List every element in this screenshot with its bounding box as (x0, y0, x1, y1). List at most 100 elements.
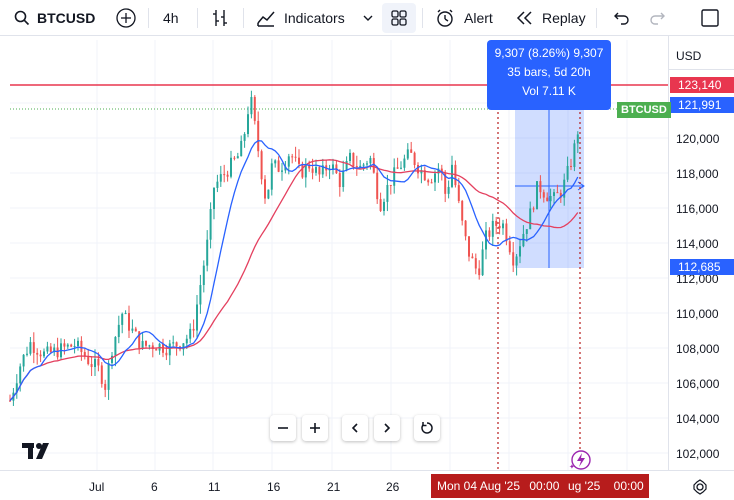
zoom-out-button[interactable] (270, 415, 296, 441)
candle-body (576, 134, 579, 144)
candle-body (281, 170, 283, 172)
indicators-button[interactable]: Indicators (256, 0, 345, 36)
candle-body (39, 354, 42, 357)
time-tick: 21 (327, 480, 341, 494)
zoom-in-button[interactable] (302, 415, 328, 441)
candle-body (298, 157, 300, 164)
crosshair-time-label-end: ug '25 00:00 (565, 474, 649, 498)
chart-type-button[interactable] (211, 0, 229, 36)
candle-body (566, 165, 569, 180)
indicators-dropdown[interactable] (362, 0, 374, 36)
svg-text:✦: ✦ (569, 463, 575, 471)
toolbar-separator (243, 8, 244, 28)
candle-body (532, 208, 535, 210)
currency-separator (668, 69, 734, 70)
redo-button[interactable] (649, 0, 667, 36)
candle-body (175, 342, 178, 347)
candle-body (542, 192, 545, 198)
gear-icon (693, 479, 707, 495)
price-tick: 106,000 (676, 377, 720, 391)
indicators-icon (257, 11, 275, 27)
replay-label: Replay (542, 10, 586, 26)
candle-body (430, 182, 433, 184)
price-tick: 108,000 (676, 342, 720, 356)
toolbar-separator (596, 8, 597, 28)
time-tick: 6 (151, 480, 158, 494)
candle-body (49, 346, 52, 353)
top-toolbar: BTCUSD 4h Indicators Alert Replay (0, 0, 734, 36)
candle-body (257, 120, 260, 152)
candle-body (80, 340, 83, 353)
undo-icon (614, 12, 629, 25)
candle-body (107, 362, 110, 390)
candle-body (192, 328, 195, 331)
price-tick: 114,000 (676, 237, 719, 251)
compare-button[interactable] (115, 0, 137, 36)
candle-body (447, 186, 450, 194)
scroll-left-button[interactable] (342, 415, 368, 441)
candle-body (243, 134, 246, 141)
redo-icon (650, 12, 665, 25)
candle-body (19, 366, 22, 384)
candle-body (386, 184, 389, 202)
candle-body (396, 167, 399, 169)
candle-body (345, 161, 348, 171)
candle-body (553, 192, 555, 197)
symbol-search[interactable]: BTCUSD (14, 0, 95, 36)
candle-body (315, 167, 317, 173)
candle-body (502, 223, 504, 229)
candle-body (114, 337, 117, 356)
alert-label: Alert (464, 10, 493, 26)
candle-body (145, 340, 147, 346)
plus-circle-icon (116, 8, 136, 28)
tradingview-logo[interactable] (22, 441, 54, 461)
axis-settings-button[interactable] (692, 479, 708, 495)
toolbar-separator (148, 8, 149, 28)
candle-body (43, 351, 45, 357)
crosshair-time-label-start: Mon 04 Aug '25 00:00 (431, 474, 565, 498)
price-tick: 120,000 (676, 132, 720, 146)
candle-body (488, 230, 491, 237)
undo-button[interactable] (612, 0, 630, 36)
candle-body (165, 352, 168, 356)
quick-action-button[interactable]: ✦ (568, 449, 592, 471)
candle-body (471, 256, 474, 259)
candle-body (155, 349, 158, 351)
candle-body (250, 97, 253, 115)
candle-body (515, 256, 518, 266)
candle-body (104, 383, 107, 390)
replay-button[interactable]: Replay (516, 0, 586, 36)
candle-body (267, 189, 270, 199)
symbol-label: BTCUSD (37, 10, 96, 26)
candle-body (94, 358, 96, 368)
candle-body (481, 249, 484, 276)
candle-body (570, 165, 572, 168)
price-tick: 110,000 (676, 307, 719, 321)
candle-body (369, 158, 372, 164)
measure-change: 9,307 (8.26%) 9,307 (494, 46, 604, 60)
candle-body (525, 229, 528, 234)
candle-body (230, 157, 232, 177)
candle-body (508, 241, 511, 253)
candle-body (202, 265, 205, 286)
time-tick: 16 (267, 480, 281, 494)
reset-chart-button[interactable] (414, 415, 440, 441)
candle-body (287, 156, 290, 167)
candle-body (223, 174, 226, 176)
candle-body (277, 160, 280, 172)
candle-body (264, 179, 266, 199)
candle-body (294, 156, 297, 158)
currency-label[interactable]: USD (676, 49, 701, 63)
scroll-right-button[interactable] (374, 415, 400, 441)
grid-layout-icon (391, 10, 407, 26)
fullscreen-button[interactable] (700, 0, 720, 36)
interval-button[interactable]: 4h (163, 0, 179, 36)
candle-body (124, 313, 127, 315)
plus-icon (310, 423, 320, 433)
alert-button[interactable]: Alert (435, 0, 493, 36)
candle-body (213, 187, 215, 210)
candle-body (199, 285, 202, 305)
reset-icon (421, 422, 433, 434)
symbol-price-tag: BTCUSD (617, 102, 671, 118)
layout-button[interactable] (382, 3, 416, 33)
